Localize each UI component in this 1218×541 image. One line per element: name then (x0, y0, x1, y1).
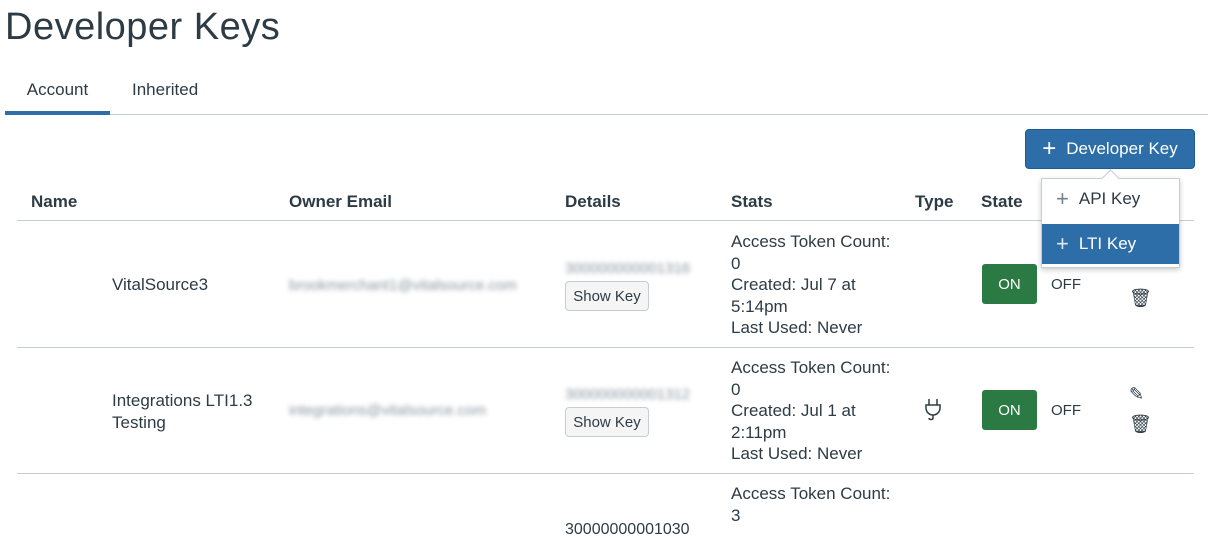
stat-line: 0 (731, 379, 741, 399)
developer-key-menu: + API Key + LTI Key (1041, 178, 1180, 268)
stat-line: 2:11pm (731, 422, 787, 442)
add-developer-key-button[interactable]: + Developer Key (1025, 129, 1195, 169)
header-stats: Stats (731, 192, 773, 211)
owner-email: integrations@vitalsource.com (289, 402, 486, 419)
plus-icon: + (1042, 135, 1057, 162)
trash-icon[interactable]: 🗑 (1129, 288, 1152, 309)
key-name: Integrations LTI1.3 Testing (112, 391, 253, 432)
key-value: 300000000001316 (565, 260, 691, 277)
key-value: 300000000001312 (565, 386, 691, 403)
menu-item-lti-key[interactable]: + LTI Key (1042, 224, 1179, 264)
stat-line: Last Used: Never (731, 318, 863, 337)
page-title: Developer Keys (5, 6, 281, 48)
header-name[interactable]: Name (31, 192, 77, 212)
show-key-button[interactable]: Show Key (565, 407, 649, 437)
state-off-button[interactable]: OFF (1051, 276, 1081, 293)
stat-line: Created: Jul 7 at (731, 275, 856, 294)
state-on-button[interactable]: ON (982, 390, 1037, 430)
stat-line: 0 (731, 253, 741, 273)
stat-line: Created: Jul 1 at (731, 401, 856, 420)
header-type: Type (915, 192, 954, 211)
stat-line: Access Token Count: (731, 232, 891, 251)
tab-inherited[interactable]: Inherited (132, 80, 198, 100)
stat-line: Access Token Count: (731, 358, 891, 377)
divider (17, 473, 1194, 474)
stat-line: Access Token Count: (731, 484, 891, 503)
menu-item-api-key[interactable]: + API Key (1042, 179, 1179, 219)
plus-icon: + (1056, 186, 1069, 211)
stat-line: Last Used: Never (731, 444, 863, 463)
header-details: Details (565, 192, 621, 211)
pencil-icon[interactable]: ✎ (1129, 384, 1144, 405)
header-state: State (981, 192, 1023, 211)
owner-email: brookmerchant1@vitalsource.com (289, 277, 517, 294)
stat-line: 3 (731, 505, 741, 525)
plug-icon (925, 399, 941, 421)
key-value: 30000000001030 (565, 521, 690, 538)
divider (17, 347, 1194, 348)
divider (17, 220, 1194, 221)
tab-bar: Account Inherited (5, 72, 1208, 115)
tab-account[interactable]: Account (5, 80, 110, 115)
state-off-button[interactable]: OFF (1051, 402, 1081, 419)
state-on-button[interactable]: ON (982, 264, 1037, 304)
key-name: VitalSource3 (112, 275, 209, 294)
header-owner-email[interactable]: Owner Email (289, 192, 392, 212)
trash-icon[interactable]: 🗑 (1129, 414, 1152, 435)
stat-line: 5:14pm (731, 296, 788, 316)
show-key-button[interactable]: Show Key (565, 281, 649, 311)
plus-icon: + (1056, 231, 1069, 256)
